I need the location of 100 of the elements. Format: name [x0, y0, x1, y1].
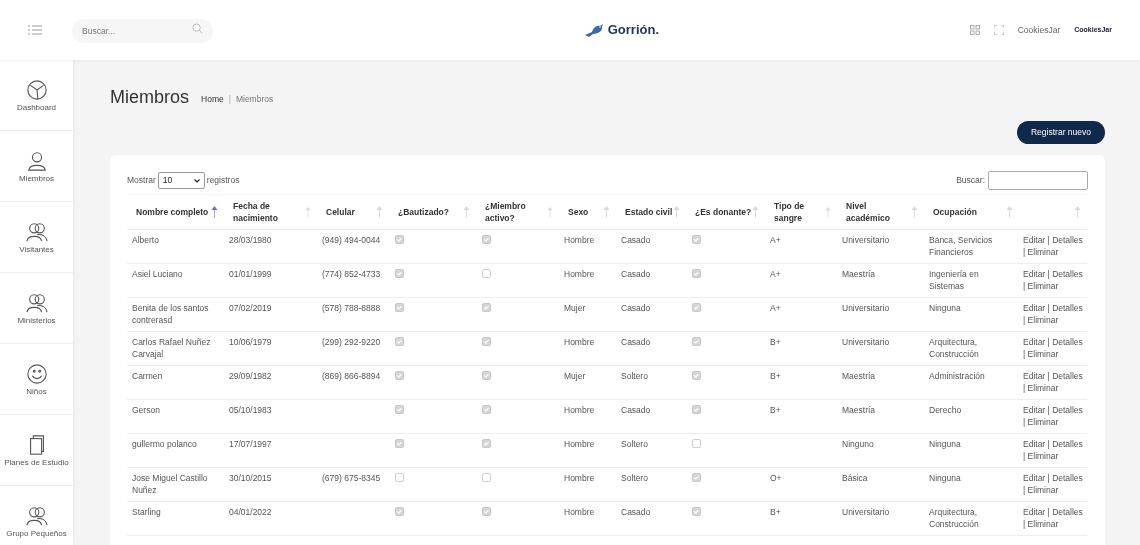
member-name: Benita de los santos contrerasd	[132, 302, 210, 326]
breadcrumb-current: Miembros	[235, 93, 274, 106]
member-name: Asiel Luciano	[132, 268, 184, 280]
row-action-links[interactable]: Editar | Detalles | Eliminar	[1023, 404, 1087, 428]
sort-icon[interactable]	[211, 205, 218, 219]
checkbox[interactable]	[395, 371, 404, 380]
menu-icon[interactable]	[28, 25, 42, 35]
member-name: Carmen	[132, 370, 164, 382]
civil-status: Casado	[621, 506, 652, 518]
checkbox[interactable]	[692, 439, 701, 448]
checkbox[interactable]	[482, 439, 491, 448]
row-action-links[interactable]: Editar | Detalles | Eliminar	[1023, 506, 1087, 530]
checkbox[interactable]	[395, 507, 404, 516]
column-header[interactable]: Nivel académico	[846, 200, 912, 224]
checkbox[interactable]	[395, 303, 404, 312]
row-action-links[interactable]: Editar | Detalles | Eliminar	[1023, 302, 1087, 326]
checkbox[interactable]	[482, 235, 491, 244]
sidebar-item[interactable]: Niños	[0, 344, 73, 415]
checkbox[interactable]	[692, 507, 701, 516]
sex: Mujer	[564, 302, 587, 314]
occupation: Arquitectura, Construcción	[929, 506, 980, 530]
row-action-links[interactable]: Editar | Detalles | Eliminar	[1023, 472, 1087, 496]
page-size-select[interactable]: 10	[157, 172, 205, 189]
checkbox[interactable]	[395, 473, 404, 482]
checkbox[interactable]	[482, 269, 491, 278]
checkbox[interactable]	[395, 405, 404, 414]
show-label: Mostrar	[127, 174, 156, 187]
register-button[interactable]: Registrar nuevo	[1017, 121, 1105, 144]
education-level: Universitario	[842, 234, 891, 246]
table-search-field[interactable]	[988, 171, 1088, 190]
member-name: Carlos Rafael Nuñez Carvajal	[132, 336, 212, 360]
checkbox[interactable]	[395, 235, 404, 244]
checkbox[interactable]	[482, 507, 491, 516]
phone-number: (774) 852-4733	[322, 268, 382, 280]
column-header[interactable]: Celular	[326, 206, 355, 218]
row-action-links[interactable]: Editar | Detalles | Eliminar	[1023, 234, 1087, 258]
checkbox[interactable]	[692, 405, 701, 414]
user-name[interactable]: CookiesJar	[1017, 23, 1061, 37]
birth-date: 01/01/1999	[229, 268, 273, 280]
checkbox[interactable]	[395, 269, 404, 278]
civil-status: Soltero	[621, 472, 649, 484]
column-header[interactable]: ¿Bautizado?	[398, 206, 449, 218]
column-header[interactable]: Sexo	[568, 206, 589, 218]
phone-number: (869) 866-8894	[322, 370, 382, 382]
checkbox[interactable]	[482, 405, 491, 414]
civil-status: Casado	[621, 404, 652, 416]
civil-status: Casado	[621, 336, 652, 348]
fullscreen-icon[interactable]	[993, 25, 1004, 35]
checkbox[interactable]	[482, 337, 491, 346]
sidebar-item[interactable]: Grupo Pequeños	[0, 486, 73, 545]
checkbox[interactable]	[482, 303, 491, 312]
row-action-links[interactable]: Editar | Detalles | Eliminar	[1023, 268, 1087, 292]
checkbox[interactable]	[482, 371, 491, 380]
column-header[interactable]: Fecha de nacimiento	[233, 200, 305, 224]
row-action-links[interactable]: Editar | Detalles | Eliminar	[1023, 370, 1087, 394]
column-header[interactable]: Ocupación	[933, 206, 977, 218]
blood-type: A+	[770, 302, 782, 314]
checkbox[interactable]	[692, 473, 701, 482]
checkbox[interactable]	[395, 439, 404, 448]
column-header[interactable]: Tipo de sangre	[774, 200, 826, 224]
education-level: Universitario	[842, 336, 891, 348]
blood-type: B+	[770, 336, 782, 348]
checkbox[interactable]	[482, 473, 491, 482]
search-label: Buscar:	[956, 174, 985, 187]
occupation: Ninguna	[929, 438, 962, 450]
grid-icon[interactable]	[969, 25, 980, 35]
column-header[interactable]: ¿Miembro activo?	[485, 200, 548, 224]
checkbox[interactable]	[692, 337, 701, 346]
breadcrumb-link[interactable]: Home	[201, 93, 224, 106]
breadcrumb-separator: |	[228, 93, 231, 106]
search-field[interactable]: Buscar...	[72, 19, 213, 43]
education-level: Maestría	[842, 370, 877, 382]
column-header[interactable]: Nombre completo	[136, 206, 209, 218]
checkbox[interactable]	[395, 337, 404, 346]
sidebar-item[interactable]: Dashboard	[0, 60, 73, 131]
phone-number: (578) 788-8888	[322, 302, 382, 314]
education-level: Básica	[842, 472, 869, 484]
education-level: Universitario	[842, 302, 891, 314]
occupation: Arquitectura, Construcción	[929, 336, 980, 360]
phone-number: (299) 292-9220	[322, 336, 382, 348]
occupation: Ninguna	[929, 302, 962, 314]
column-header[interactable]: ¿Es donante?	[695, 206, 752, 218]
sidebar-item[interactable]: Ministerios	[0, 273, 73, 344]
sex: Hombre	[564, 472, 596, 484]
column-header[interactable]: Estado civil	[625, 206, 673, 218]
search-icon[interactable]	[192, 23, 203, 34]
sidebar-item[interactable]: Visitantes	[0, 202, 73, 273]
row-action-links[interactable]: Editar | Detalles | Eliminar	[1023, 438, 1087, 462]
checkbox[interactable]	[692, 235, 701, 244]
sidebar-item[interactable]: Miembros	[0, 131, 73, 202]
people-icon	[25, 504, 48, 527]
civil-status: Casado	[621, 268, 652, 280]
sidebar-item[interactable]: Planes de Estudio	[0, 415, 73, 486]
checkbox[interactable]	[692, 303, 701, 312]
sex: Hombre	[564, 438, 596, 450]
chevron-down-icon	[193, 178, 200, 183]
checkbox[interactable]	[692, 371, 701, 380]
row-action-links[interactable]: Editar | Detalles | Eliminar	[1023, 336, 1087, 360]
member-name: Jose Miguel Castillo Nuñez	[132, 472, 209, 496]
checkbox[interactable]	[692, 269, 701, 278]
